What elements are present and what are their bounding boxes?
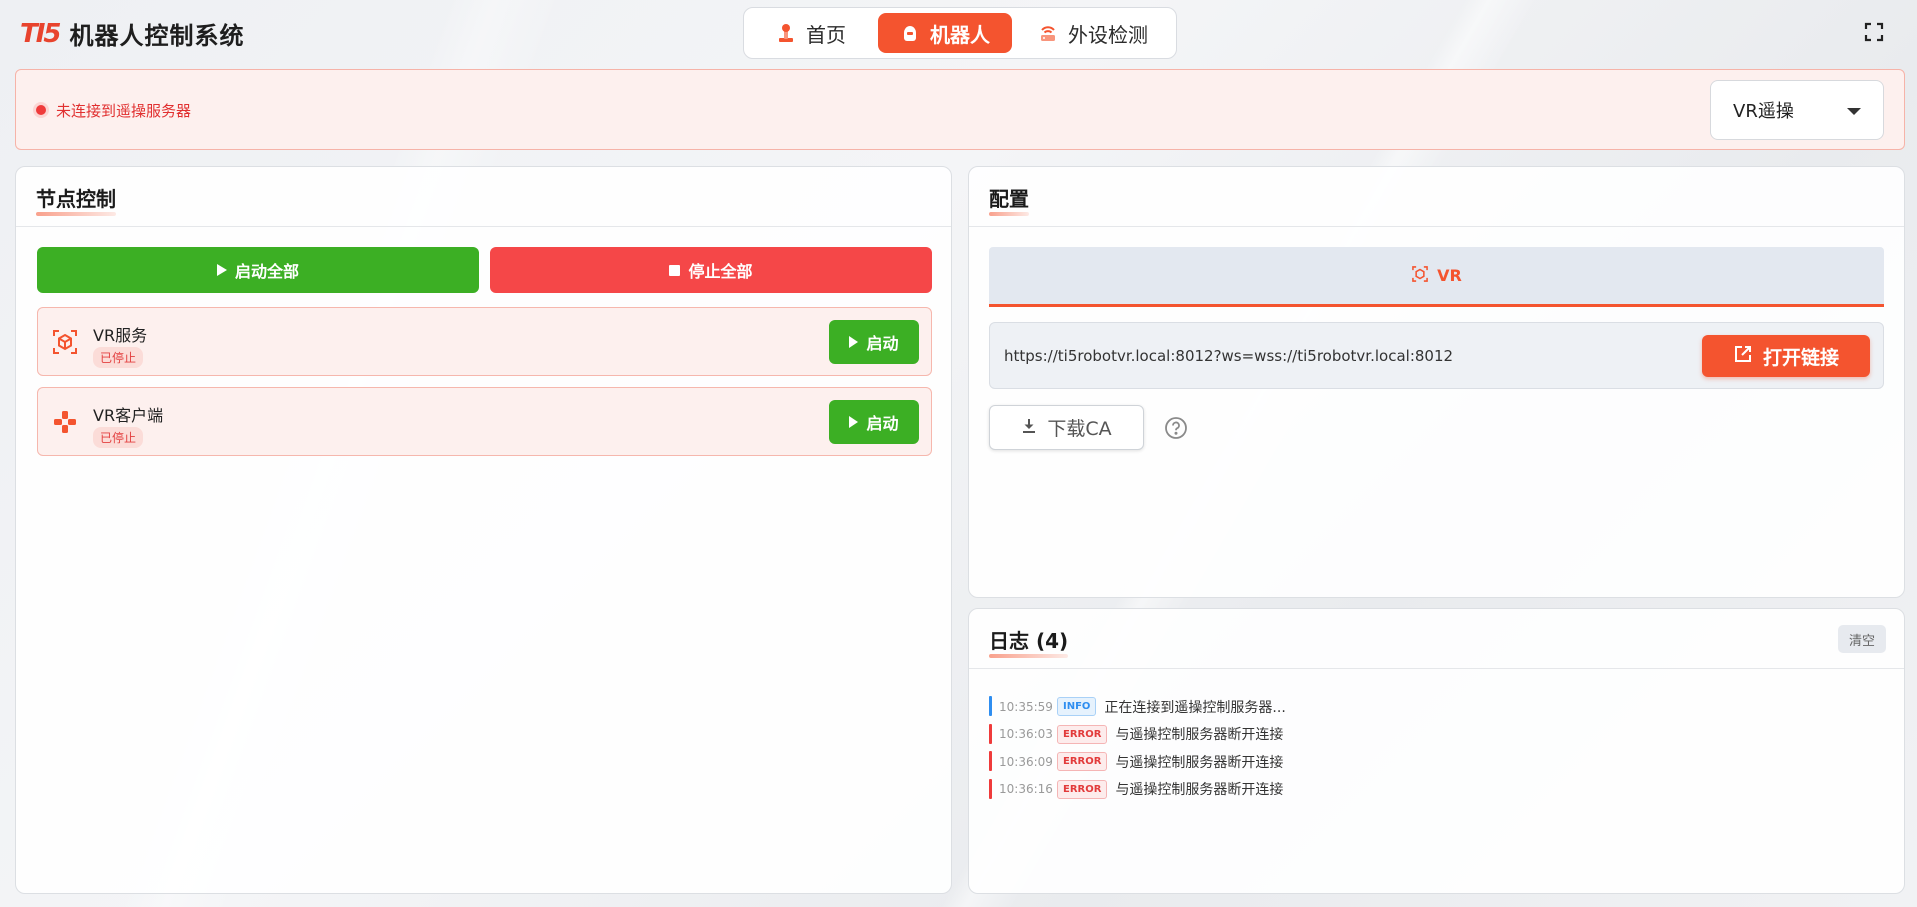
log-entry: 10:36:16 ERROR 与遥操控制服务器断开连接 bbox=[989, 776, 1869, 804]
log-entry: 10:35:59 INFO 正在连接到遥操控制服务器... bbox=[989, 693, 1869, 721]
log-time: 10:36:16 bbox=[999, 782, 1053, 797]
log-time: 10:35:59 bbox=[999, 699, 1053, 714]
log-title: 日志 (4) bbox=[989, 625, 1069, 658]
app-title: 机器人控制系统 bbox=[69, 22, 245, 50]
clear-logs-button[interactable]: 清空 bbox=[1838, 625, 1886, 653]
log-time: 10:36:03 bbox=[999, 727, 1053, 742]
config-title: 配置 bbox=[989, 183, 1029, 216]
log-list: 10:35:59 INFO 正在连接到遥操控制服务器... 10:36:03 E… bbox=[989, 693, 1869, 803]
config-header: 配置 bbox=[969, 167, 1904, 227]
download-ca-button[interactable]: 下载CA bbox=[989, 405, 1144, 450]
tab-peripherals-label: 外设检测 bbox=[1068, 22, 1148, 47]
tab-vr-label: VR bbox=[1437, 266, 1462, 285]
help-icon[interactable] bbox=[1164, 416, 1188, 440]
play-icon bbox=[849, 416, 859, 428]
start-node-button[interactable]: 启动 bbox=[829, 400, 919, 444]
log-message: 与遥操控制服务器断开连接 bbox=[1115, 754, 1284, 771]
brand-logo: TI5 bbox=[20, 18, 61, 49]
brand: TI5 机器人控制系统 bbox=[20, 16, 245, 51]
start-node-label: 启动 bbox=[866, 334, 899, 353]
log-level-badge: ERROR bbox=[1057, 779, 1108, 799]
download-ca-label: 下载CA bbox=[1047, 418, 1112, 440]
download-icon bbox=[1021, 417, 1037, 439]
log-time: 10:36:09 bbox=[999, 754, 1053, 769]
vr-cube-icon bbox=[1411, 265, 1429, 287]
log-panel: 日志 (4) 清空 10:35:59 INFO 正在连接到遥操控制服务器... … bbox=[968, 608, 1905, 894]
tab-peripherals[interactable]: 外设检测 bbox=[1018, 13, 1168, 53]
vr-url-text[interactable]: https://ti5robotvr.local:8012?ws=wss://t… bbox=[1004, 347, 1453, 365]
tab-home[interactable]: 首页 bbox=[750, 13, 872, 53]
gamepad-icon bbox=[51, 408, 79, 436]
vr-cube-icon bbox=[51, 328, 79, 356]
config-panel: 配置 VR https://ti5robotvr.local:8012?ws=w… bbox=[968, 166, 1905, 598]
mode-select[interactable]: VR遥操 bbox=[1710, 80, 1884, 140]
mode-select-value: VR遥操 bbox=[1733, 101, 1794, 122]
caret-down-icon bbox=[1847, 108, 1861, 115]
robot-head-icon bbox=[900, 23, 920, 43]
play-icon bbox=[216, 264, 227, 276]
robot-arm-icon bbox=[776, 23, 796, 43]
start-node-button[interactable]: 启动 bbox=[829, 320, 919, 364]
vr-url-box: https://ti5robotvr.local:8012?ws=wss://t… bbox=[989, 322, 1884, 389]
log-level-badge: INFO bbox=[1057, 697, 1097, 717]
start-all-button[interactable]: 启动全部 bbox=[37, 247, 479, 293]
open-link-label: 打开链接 bbox=[1762, 346, 1839, 369]
header: TI5 机器人控制系统 首页 机器人 外设检测 bbox=[0, 0, 1917, 66]
status-dot-icon bbox=[36, 105, 46, 115]
log-message: 与遥操控制服务器断开连接 bbox=[1115, 727, 1284, 744]
tab-home-label: 首页 bbox=[806, 22, 846, 47]
stop-all-button[interactable]: 停止全部 bbox=[490, 247, 932, 293]
log-header: 日志 (4) 清空 bbox=[969, 609, 1904, 669]
node-card-vr-service: VR服务 已停止 启动 bbox=[37, 307, 932, 376]
node-name: VR服务 bbox=[93, 326, 148, 345]
start-node-label: 启动 bbox=[866, 414, 899, 433]
tab-robot-label: 机器人 bbox=[930, 22, 990, 47]
log-message: 与遥操控制服务器断开连接 bbox=[1115, 782, 1284, 799]
node-status-badge: 已停止 bbox=[93, 427, 144, 448]
log-entry: 10:36:03 ERROR 与遥操控制服务器断开连接 bbox=[989, 721, 1869, 749]
stop-icon bbox=[669, 264, 681, 276]
node-status-badge: 已停止 bbox=[93, 347, 144, 368]
log-level-badge: ERROR bbox=[1057, 752, 1108, 772]
log-level-badge: ERROR bbox=[1057, 724, 1108, 744]
play-icon bbox=[849, 336, 859, 348]
connection-status-bar: 未连接到遥操服务器 VR遥操 bbox=[15, 69, 1905, 150]
router-icon bbox=[1038, 23, 1058, 43]
stop-all-label: 停止全部 bbox=[688, 262, 753, 281]
node-control-header: 节点控制 bbox=[16, 167, 951, 227]
open-link-button[interactable]: 打开链接 bbox=[1702, 335, 1870, 377]
fullscreen-icon[interactable] bbox=[1862, 20, 1886, 44]
tab-vr[interactable]: VR bbox=[989, 247, 1884, 307]
tab-robot[interactable]: 机器人 bbox=[878, 13, 1012, 53]
bulk-actions: 启动全部 停止全部 bbox=[37, 247, 932, 293]
connection-status-text: 未连接到遥操服务器 bbox=[56, 102, 192, 120]
external-link-icon bbox=[1733, 344, 1753, 369]
main-nav: 首页 机器人 外设检测 bbox=[743, 7, 1177, 59]
node-name: VR客户端 bbox=[93, 406, 164, 425]
node-card-vr-client: VR客户端 已停止 启动 bbox=[37, 387, 932, 456]
node-control-panel: 节点控制 启动全部 停止全部 VR服务 已停止 启动 VR客户端 已停止 启动 bbox=[15, 166, 952, 894]
log-message: 正在连接到遥操控制服务器... bbox=[1104, 699, 1286, 716]
log-entry: 10:36:09 ERROR 与遥操控制服务器断开连接 bbox=[989, 748, 1869, 776]
start-all-label: 启动全部 bbox=[234, 262, 299, 281]
node-control-title: 节点控制 bbox=[36, 183, 116, 216]
